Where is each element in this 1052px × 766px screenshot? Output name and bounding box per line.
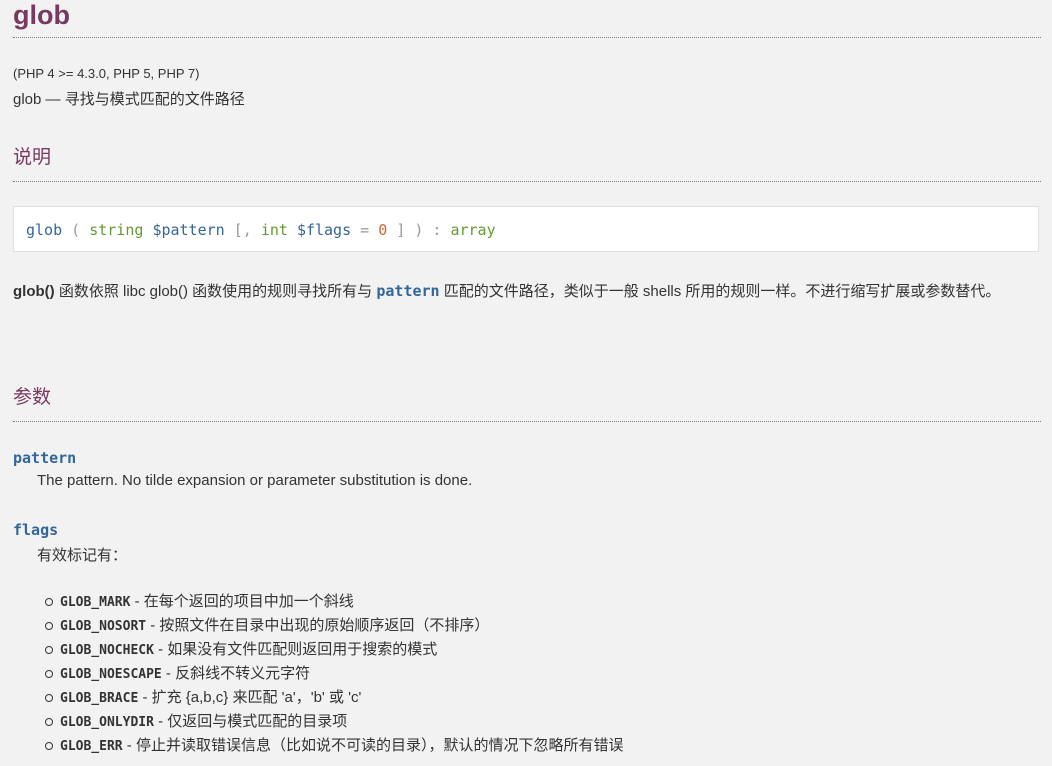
description-part2: 匹配的文件路径，类似于一般 shells 所用的规则一样。不进行缩写扩展或参数替… <box>439 283 1001 300</box>
flag-list: GLOB_MARK - 在每个返回的项目中加一个斜线 GLOB_NOSORT -… <box>43 590 623 758</box>
title-divider <box>13 37 1041 38</box>
flag-name: GLOB_BRACE <box>60 691 139 706</box>
list-item: GLOB_BRACE - 扩充 {a,b,c} 来匹配 'a'，'b' 或 'c… <box>43 686 623 710</box>
flag-name: GLOB_MARK <box>60 595 131 610</box>
section-heading-description: 说明 <box>13 147 52 168</box>
synopsis-return-type[interactable]: array <box>450 221 495 239</box>
list-item: GLOB_ERR - 停止并读取错误信息（比如说不可读的目录），默认的情况下忽略… <box>43 734 623 758</box>
list-item: GLOB_NOESCAPE - 反斜线不转义元字符 <box>43 662 623 686</box>
ref-name: glob <box>13 91 42 108</box>
flag-name: GLOB_NOCHECK <box>60 643 154 658</box>
ref-dash: — <box>41 91 65 108</box>
description-text: glob() 函数依照 libc glob() 函数使用的规则寻找所有与 pat… <box>13 279 1039 304</box>
flag-name: GLOB_NOSORT <box>60 619 147 634</box>
flag-desc: - 仅返回与模式匹配的目录项 <box>153 713 348 730</box>
ref-purpose: glob — 寻找与模式匹配的文件路径 <box>13 88 245 109</box>
bullet-icon <box>45 742 53 750</box>
flag-name: GLOB_ERR <box>60 739 123 754</box>
page-title: glob <box>13 0 70 30</box>
bullet-icon <box>45 718 53 726</box>
parameters-divider <box>13 421 1041 422</box>
description-func: glob() <box>13 283 55 300</box>
synopsis-type-int[interactable]: int <box>261 221 288 239</box>
list-item: GLOB_MARK - 在每个返回的项目中加一个斜线 <box>43 590 623 614</box>
description-divider <box>13 181 1041 182</box>
synopsis-close: ] ) : <box>387 221 451 239</box>
param-desc-pattern: The pattern. No tilde expansion or param… <box>37 472 473 489</box>
bullet-icon <box>45 694 53 702</box>
flag-desc: - 扩充 {a,b,c} 来匹配 'a'，'b' 或 'c' <box>138 689 362 706</box>
synopsis-var-pattern: $pattern <box>152 221 225 239</box>
ref-text: 寻找与模式匹配的文件路径 <box>64 91 245 108</box>
flag-desc: - 如果没有文件匹配则返回用于搜索的模式 <box>153 641 438 658</box>
list-item: GLOB_ONLYDIR - 仅返回与模式匹配的目录项 <box>43 710 623 734</box>
list-item: GLOB_NOCHECK - 如果没有文件匹配则返回用于搜索的模式 <box>43 638 623 662</box>
flag-name: GLOB_ONLYDIR <box>60 715 154 730</box>
synopsis-type-string[interactable]: string <box>89 221 143 239</box>
synopsis-function[interactable]: glob <box>26 221 62 239</box>
bullet-icon <box>45 622 53 630</box>
bullet-icon <box>45 646 53 654</box>
param-term-flags: flags <box>13 521 59 539</box>
list-item: GLOB_NOSORT - 按照文件在目录中出现的原始顺序返回（不排序） <box>43 614 623 638</box>
section-heading-parameters: 参数 <box>13 387 52 408</box>
description-part1: 函数依照 libc glob() 函数使用的规则寻找所有与 <box>54 283 377 300</box>
flag-name: GLOB_NOESCAPE <box>60 667 162 682</box>
synopsis-default: 0 <box>378 221 388 239</box>
version-info: (PHP 4 >= 4.3.0, PHP 5, PHP 7) <box>13 66 200 81</box>
param-term-pattern: pattern <box>13 449 77 467</box>
param-desc-flags: 有效标记有： <box>37 547 128 564</box>
synopsis-equals: = <box>351 221 379 239</box>
bullet-icon <box>45 670 53 678</box>
flag-desc: - 停止并读取错误信息（比如说不可读的目录），默认的情况下忽略所有错误 <box>122 737 624 754</box>
description-param: pattern <box>376 282 440 300</box>
method-synopsis: glob ( string $pattern [, int $flags = 0… <box>13 206 1039 252</box>
flag-desc: - 按照文件在目录中出现的原始顺序返回（不排序） <box>146 617 490 634</box>
synopsis-optional-open: [, <box>224 221 261 239</box>
flag-desc: - 反斜线不转义元字符 <box>161 665 311 682</box>
bullet-icon <box>45 598 53 606</box>
flag-desc: - 在每个返回的项目中加一个斜线 <box>130 593 354 610</box>
synopsis-var-flags: $flags <box>296 221 352 239</box>
synopsis-open: ( <box>62 221 90 239</box>
